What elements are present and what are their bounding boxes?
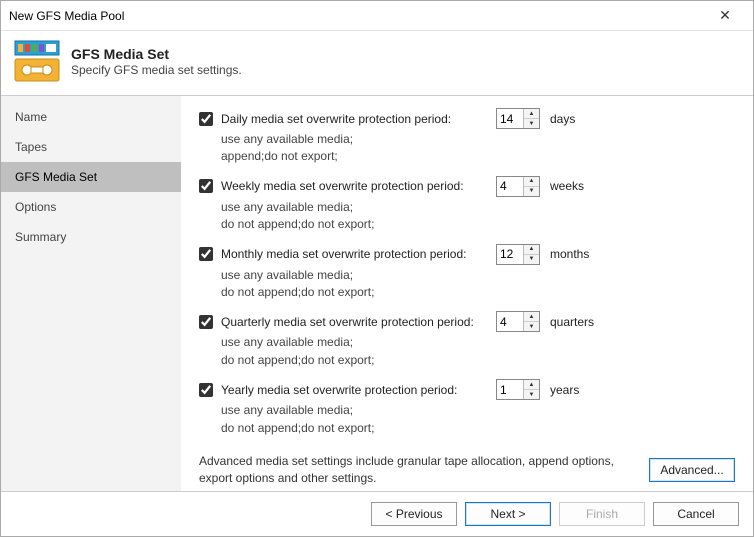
monthly-subtext: use any available media; do not append;d…: [221, 267, 735, 302]
sidebar-item-options[interactable]: Options: [1, 192, 181, 222]
body: Name Tapes GFS Media Set Options Summary…: [1, 96, 753, 491]
yearly-unit: years: [550, 383, 579, 397]
weekly-value-input[interactable]: [497, 177, 523, 196]
dialog-window: New GFS Media Pool ✕ GFS Media Set Speci…: [0, 0, 754, 537]
yearly-subtext: use any available media; do not append;d…: [221, 402, 735, 437]
weekly-unit: weeks: [550, 179, 584, 193]
weekly-spinner-down-icon[interactable]: ▼: [524, 187, 539, 196]
weekly-spinner-up-icon[interactable]: ▲: [524, 177, 539, 187]
quarterly-unit: quarters: [550, 315, 594, 329]
quarterly-spinner-down-icon[interactable]: ▼: [524, 322, 539, 331]
daily-spinner: ▲ ▼: [496, 108, 540, 129]
monthly-checkbox[interactable]: [199, 247, 213, 261]
daily-value-input[interactable]: [497, 109, 523, 128]
mediaset-row-monthly: Monthly media set overwrite protection p…: [199, 244, 735, 302]
monthly-value-input[interactable]: [497, 245, 523, 264]
mediaset-row-daily: Daily media set overwrite protection per…: [199, 108, 735, 166]
yearly-label: Yearly media set overwrite protection pe…: [221, 383, 496, 397]
previous-button[interactable]: < Previous: [371, 502, 457, 526]
quarterly-checkbox[interactable]: [199, 315, 213, 329]
quarterly-value-input[interactable]: [497, 312, 523, 331]
window-title: New GFS Media Pool: [9, 9, 705, 23]
page-title: GFS Media Set: [71, 46, 242, 62]
sidebar-item-gfs-media-set[interactable]: GFS Media Set: [1, 162, 181, 192]
header: GFS Media Set Specify GFS media set sett…: [1, 31, 753, 96]
daily-subtext: use any available media; append;do not e…: [221, 131, 735, 166]
daily-spinner-up-icon[interactable]: ▲: [524, 109, 539, 119]
monthly-spinner-down-icon[interactable]: ▼: [524, 255, 539, 264]
titlebar: New GFS Media Pool ✕: [1, 1, 753, 31]
quarterly-spinner: ▲ ▼: [496, 311, 540, 332]
weekly-subtext: use any available media; do not append;d…: [221, 199, 735, 234]
yearly-spinner-down-icon[interactable]: ▼: [524, 390, 539, 399]
quarterly-spinner-up-icon[interactable]: ▲: [524, 312, 539, 322]
footer: < Previous Next > Finish Cancel: [1, 491, 753, 536]
sidebar: Name Tapes GFS Media Set Options Summary: [1, 96, 181, 491]
advanced-text: Advanced media set settings include gran…: [199, 453, 639, 487]
page-subtitle: Specify GFS media set settings.: [71, 63, 242, 77]
sidebar-item-summary[interactable]: Summary: [1, 222, 181, 252]
advanced-row: Advanced media set settings include gran…: [199, 447, 735, 487]
monthly-unit: months: [550, 247, 589, 261]
yearly-checkbox[interactable]: [199, 383, 213, 397]
weekly-checkbox[interactable]: [199, 179, 213, 193]
quarterly-label: Quarterly media set overwrite protection…: [221, 315, 496, 329]
monthly-spinner: ▲ ▼: [496, 244, 540, 265]
cancel-button[interactable]: Cancel: [653, 502, 739, 526]
daily-checkbox[interactable]: [199, 112, 213, 126]
daily-label: Daily media set overwrite protection per…: [221, 112, 496, 126]
sidebar-item-name[interactable]: Name: [1, 102, 181, 132]
mediaset-row-quarterly: Quarterly media set overwrite protection…: [199, 311, 735, 369]
weekly-spinner: ▲ ▼: [496, 176, 540, 197]
quarterly-subtext: use any available media; do not append;d…: [221, 334, 735, 369]
monthly-spinner-up-icon[interactable]: ▲: [524, 245, 539, 255]
daily-unit: days: [550, 112, 575, 126]
mediaset-row-yearly: Yearly media set overwrite protection pe…: [199, 379, 735, 437]
content: Daily media set overwrite protection per…: [181, 96, 753, 491]
daily-spinner-down-icon[interactable]: ▼: [524, 119, 539, 128]
tape-icon: [13, 37, 61, 85]
next-button[interactable]: Next >: [465, 502, 551, 526]
finish-button: Finish: [559, 502, 645, 526]
weekly-label: Weekly media set overwrite protection pe…: [221, 179, 496, 193]
mediaset-row-weekly: Weekly media set overwrite protection pe…: [199, 176, 735, 234]
header-text: GFS Media Set Specify GFS media set sett…: [71, 46, 242, 77]
yearly-value-input[interactable]: [497, 380, 523, 399]
advanced-button[interactable]: Advanced...: [649, 458, 735, 482]
close-icon[interactable]: ✕: [705, 7, 745, 24]
yearly-spinner: ▲ ▼: [496, 379, 540, 400]
sidebar-item-tapes[interactable]: Tapes: [1, 132, 181, 162]
monthly-label: Monthly media set overwrite protection p…: [221, 247, 496, 261]
yearly-spinner-up-icon[interactable]: ▲: [524, 380, 539, 390]
